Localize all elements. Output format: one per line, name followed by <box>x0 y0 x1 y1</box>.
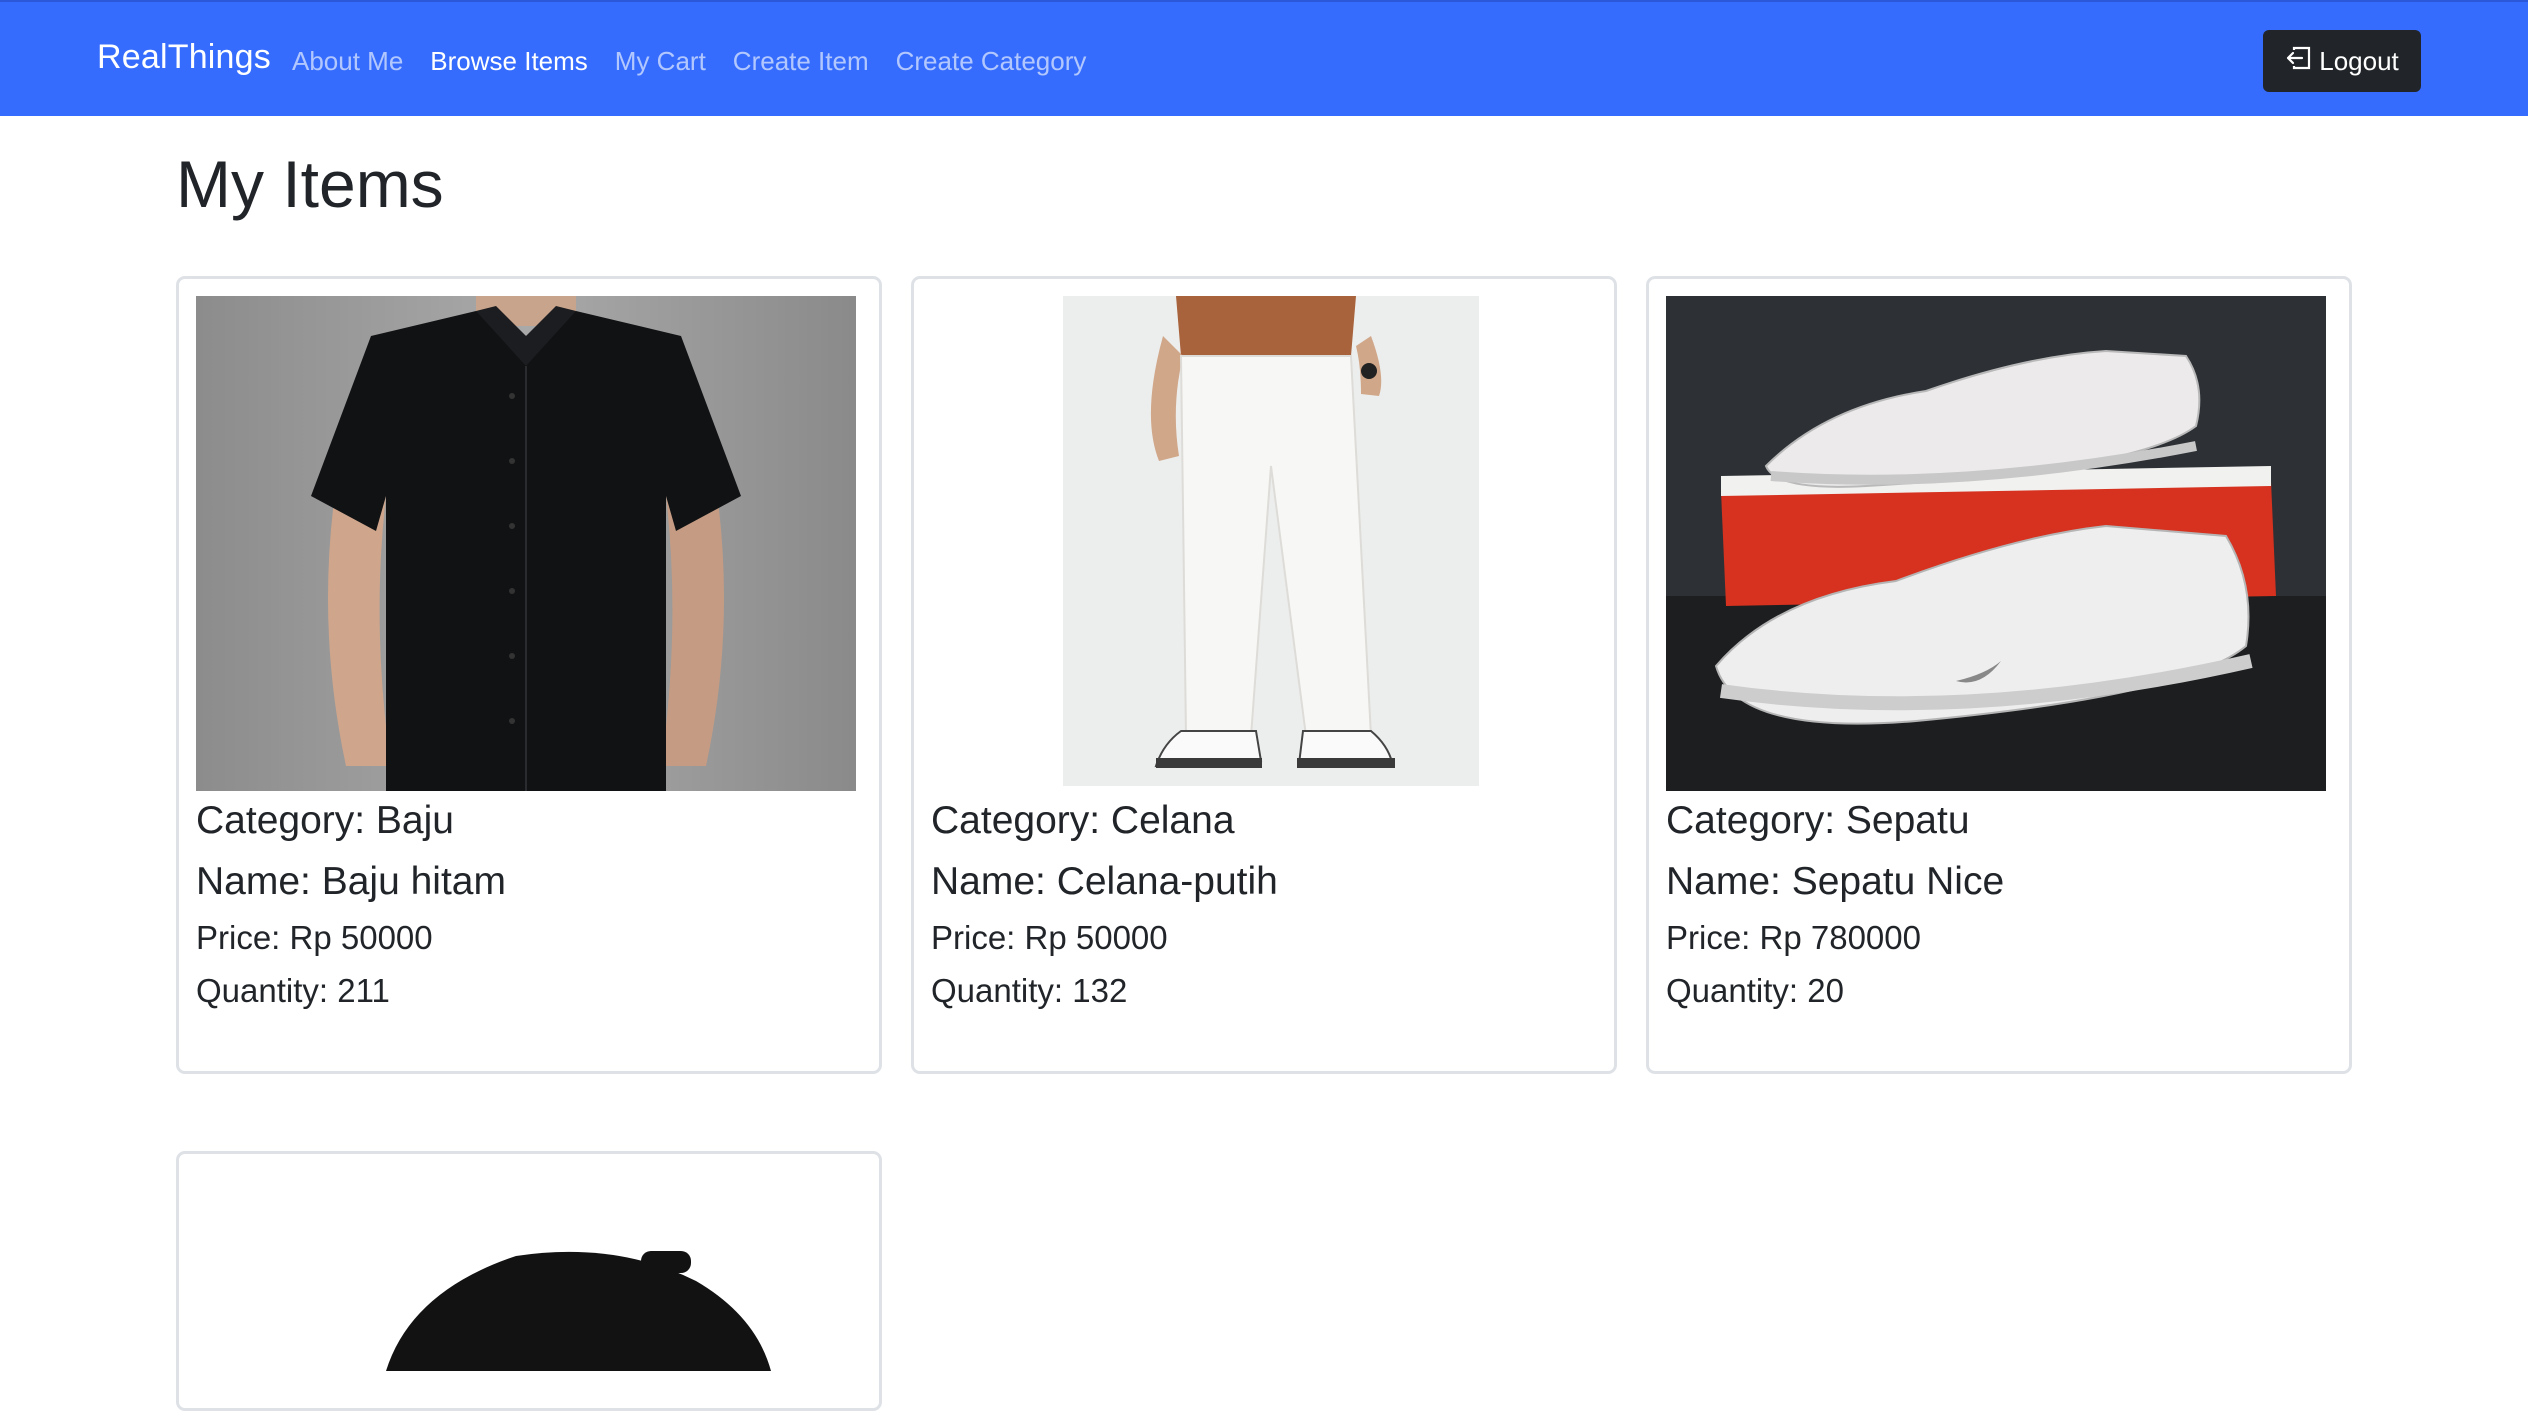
item-quantity: Quantity: 132 <box>931 972 1128 1009</box>
nav-links: About Me Browse Items My Cart Create Ite… <box>292 46 1113 77</box>
nav-link-browse-items[interactable]: Browse Items <box>430 46 588 77</box>
logout-label: Logout <box>2319 45 2399 76</box>
nav-link-create-item[interactable]: Create Item <box>733 46 869 77</box>
page-title: My Items <box>176 147 444 221</box>
top-navbar: RealThings About Me Browse Items My Cart… <box>0 0 2528 116</box>
item-category: Category: Sepatu <box>1666 799 1970 842</box>
item-category: Category: Baju <box>196 799 454 842</box>
item-card: Category: Baju Name: Baju hitam Price: R… <box>176 276 882 1074</box>
brand-link[interactable]: RealThings <box>97 38 271 77</box>
item-price: Price: Rp 50000 <box>931 919 1168 956</box>
box-arrow-left-icon <box>2285 46 2319 77</box>
item-card: Category: Sepatu Name: Sepatu Nice Price… <box>1646 276 2352 1074</box>
item-quantity: Quantity: 211 <box>196 972 390 1009</box>
nav-link-about-me[interactable]: About Me <box>292 46 403 77</box>
nav-link-create-category[interactable]: Create Category <box>896 46 1087 77</box>
nav-link-my-cart[interactable]: My Cart <box>615 46 706 77</box>
item-name: Name: Sepatu Nice <box>1666 860 2005 903</box>
item-price: Price: Rp 50000 <box>196 919 433 956</box>
item-card <box>176 1151 882 1411</box>
item-image-sneakers <box>1666 296 2326 791</box>
item-image-cap <box>196 1171 856 1371</box>
logout-button[interactable]: Logout <box>2263 30 2421 92</box>
item-price: Price: Rp 780000 <box>1666 919 1921 956</box>
item-image-shirt <box>196 296 856 791</box>
item-name: Name: Baju hitam <box>196 860 506 903</box>
item-category: Category: Celana <box>931 799 1235 842</box>
item-name: Name: Celana-putih <box>931 860 1278 903</box>
item-card: Category: Celana Name: Celana-putih Pric… <box>911 276 1617 1074</box>
item-quantity: Quantity: 20 <box>1666 972 1844 1009</box>
item-image-pants <box>931 296 1591 791</box>
